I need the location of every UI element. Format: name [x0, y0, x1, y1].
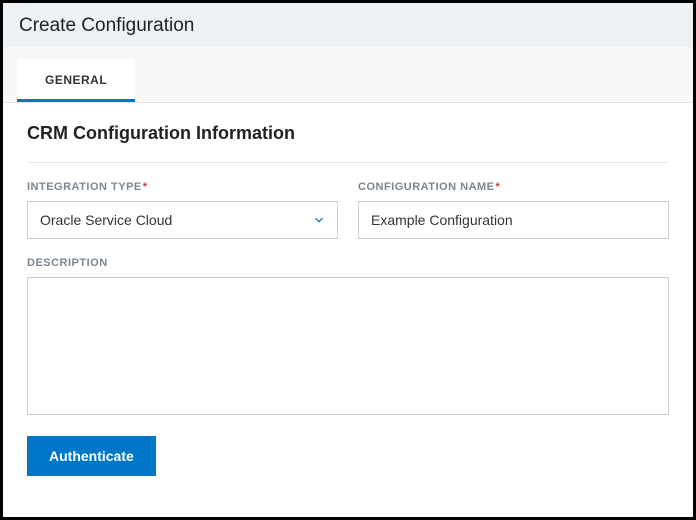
section-title: CRM Configuration Information: [27, 123, 669, 144]
integration-type-value: Oracle Service Cloud: [27, 201, 338, 239]
field-description: DESCRIPTION: [27, 257, 669, 420]
description-label: DESCRIPTION: [27, 257, 669, 269]
section-divider: [27, 162, 669, 163]
dialog-frame: Create Configuration GENERAL CRM Configu…: [0, 0, 696, 520]
description-textarea[interactable]: [27, 277, 669, 415]
authenticate-button[interactable]: Authenticate: [27, 436, 156, 476]
integration-type-label: INTEGRATION TYPE*: [27, 181, 338, 193]
configuration-name-input[interactable]: [358, 201, 669, 239]
tab-general-label: GENERAL: [45, 73, 107, 87]
button-row: Authenticate: [27, 436, 669, 476]
field-row-top: INTEGRATION TYPE* Oracle Service Cloud C…: [27, 181, 669, 239]
integration-type-label-text: INTEGRATION TYPE: [27, 181, 142, 193]
required-indicator: *: [143, 181, 148, 193]
dialog-title: Create Configuration: [19, 15, 677, 37]
field-integration-type: INTEGRATION TYPE* Oracle Service Cloud: [27, 181, 338, 239]
integration-type-select[interactable]: Oracle Service Cloud: [27, 201, 338, 239]
content-panel: CRM Configuration Information INTEGRATIO…: [3, 103, 693, 494]
required-indicator: *: [496, 181, 501, 193]
configuration-name-label: CONFIGURATION NAME*: [358, 181, 669, 193]
field-configuration-name: CONFIGURATION NAME*: [358, 181, 669, 239]
authenticate-button-label: Authenticate: [49, 448, 134, 464]
configuration-name-label-text: CONFIGURATION NAME: [358, 181, 495, 193]
tab-strip: GENERAL: [3, 47, 693, 103]
dialog-header: Create Configuration: [3, 3, 693, 47]
tab-general[interactable]: GENERAL: [17, 59, 135, 102]
